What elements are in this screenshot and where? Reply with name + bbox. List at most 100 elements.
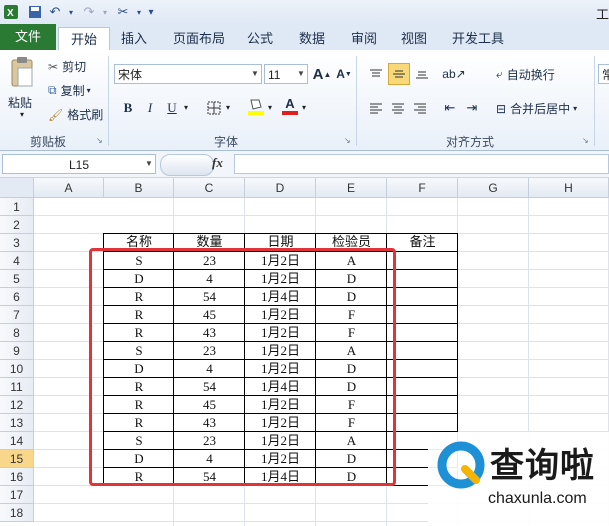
align-top-icon: [370, 69, 382, 77]
align-middle-button[interactable]: [388, 63, 410, 85]
row-header[interactable]: 16: [0, 468, 34, 486]
copy-button[interactable]: ⧉ 复制 ▾: [48, 82, 91, 99]
row-header[interactable]: 1: [0, 198, 34, 216]
row-header[interactable]: 6: [0, 288, 34, 306]
row-header[interactable]: 13: [0, 414, 34, 432]
customize-qat-icon[interactable]: ▾: [142, 3, 160, 21]
paste-button[interactable]: 粘贴: [8, 94, 32, 111]
table-cell[interactable]: [387, 324, 458, 342]
italic-button[interactable]: I: [140, 98, 160, 118]
undo-dropdown-icon[interactable]: ▾: [62, 3, 80, 21]
cut-button[interactable]: ✂ 剪切: [48, 58, 86, 75]
tab-data[interactable]: 数据: [292, 27, 332, 50]
align-right-icon: [414, 103, 426, 114]
table-cell[interactable]: [387, 378, 458, 396]
underline-button[interactable]: U: [162, 98, 182, 118]
tab-page-layout[interactable]: 页面布局: [168, 27, 230, 50]
table-cell[interactable]: [387, 396, 458, 414]
paint-bucket-icon: [248, 99, 264, 115]
search-logo-icon: [436, 440, 486, 490]
tab-view[interactable]: 视图: [396, 27, 432, 50]
font-color-dropdown-icon[interactable]: ▾: [302, 103, 306, 112]
align-left-button[interactable]: [366, 98, 386, 118]
row-header[interactable]: 2: [0, 216, 34, 234]
bold-button[interactable]: B: [118, 98, 138, 118]
increase-indent-icon: ⇥: [466, 100, 478, 115]
column-header-b[interactable]: B: [104, 178, 174, 198]
orientation-button[interactable]: ab↗: [442, 64, 465, 84]
font-name-select[interactable]: 宋体 ▼: [114, 64, 262, 84]
column-header-f[interactable]: F: [387, 178, 458, 198]
table-cell[interactable]: [387, 360, 458, 378]
format-painter-label: 格式刷: [67, 108, 104, 122]
number-format-select[interactable]: 常: [598, 64, 609, 84]
tab-formulas[interactable]: 公式: [242, 27, 278, 50]
borders-button[interactable]: [204, 98, 224, 118]
paste-dropdown-icon[interactable]: ▾: [20, 110, 24, 119]
save-icon[interactable]: [26, 3, 44, 21]
column-header-d[interactable]: D: [245, 178, 316, 198]
clipboard-launcher-icon[interactable]: ↘: [96, 136, 103, 145]
fill-color-button[interactable]: [246, 96, 266, 116]
formula-input[interactable]: [234, 154, 609, 174]
table-cell[interactable]: [387, 342, 458, 360]
column-header-a[interactable]: A: [34, 178, 104, 198]
grow-font-button[interactable]: A ▲: [312, 64, 332, 84]
align-right-button[interactable]: [410, 98, 430, 118]
row-header[interactable]: 7: [0, 306, 34, 324]
number-format-value: 常: [602, 68, 609, 82]
borders-dropdown-icon[interactable]: ▾: [226, 103, 230, 112]
font-size-select[interactable]: 11 ▼: [264, 64, 308, 84]
increase-indent-button[interactable]: ⇥: [462, 98, 482, 118]
fill-color-dropdown-icon[interactable]: ▾: [268, 103, 272, 112]
table-cell[interactable]: [387, 414, 458, 432]
row-header[interactable]: 9: [0, 342, 34, 360]
column-header-g[interactable]: G: [458, 178, 529, 198]
select-all-corner[interactable]: [0, 178, 34, 198]
row-header[interactable]: 4: [0, 252, 34, 270]
shrink-font-button[interactable]: A ▼: [334, 64, 354, 84]
row-header[interactable]: 17: [0, 486, 34, 504]
tab-home[interactable]: 开始: [58, 27, 110, 51]
tab-developer[interactable]: 开发工具: [446, 27, 510, 50]
paste-icon[interactable]: [8, 56, 36, 90]
font-color-button[interactable]: A: [280, 96, 300, 116]
row-header[interactable]: 14: [0, 432, 34, 450]
row-header[interactable]: 5: [0, 270, 34, 288]
format-painter-button[interactable]: 🖌 格式刷: [48, 106, 103, 123]
row-header[interactable]: 3: [0, 234, 34, 252]
redo-dropdown-icon[interactable]: ▾: [96, 3, 114, 21]
decrease-indent-button[interactable]: ⇤: [440, 98, 460, 118]
row-header[interactable]: 15: [0, 450, 34, 468]
table-cell[interactable]: [387, 288, 458, 306]
column-header-e[interactable]: E: [316, 178, 387, 198]
table-cell[interactable]: [387, 306, 458, 324]
underline-dropdown-icon[interactable]: ▾: [184, 103, 188, 112]
row-header[interactable]: 12: [0, 396, 34, 414]
tab-review[interactable]: 审阅: [344, 27, 384, 50]
alignment-launcher-icon[interactable]: ↘: [582, 136, 589, 145]
wrap-text-label: 自动换行: [506, 68, 555, 82]
table-header-cell[interactable]: 备注: [387, 234, 458, 252]
row-header[interactable]: 11: [0, 378, 34, 396]
row-header[interactable]: 8: [0, 324, 34, 342]
tab-file[interactable]: 文件: [0, 24, 56, 50]
align-top-button[interactable]: [366, 64, 386, 84]
ribbon: 粘贴 ▾ ✂ 剪切 ⧉ 复制 ▾ 🖌 格式刷 剪贴板 ↘ 宋体 ▼ 11 ▼ A ▲ A ▼ B…: [0, 50, 609, 151]
column-header-h[interactable]: H: [529, 178, 609, 198]
row-header[interactable]: 18: [0, 504, 34, 522]
align-bottom-button[interactable]: [412, 64, 432, 84]
merge-icon: ⊟: [496, 101, 507, 116]
align-center-button[interactable]: [388, 98, 408, 118]
merge-center-button[interactable]: ⊟ 合并后居中 ▾: [496, 100, 577, 117]
table-cell[interactable]: [387, 252, 458, 270]
tab-insert[interactable]: 插入: [114, 27, 154, 50]
wrap-text-button[interactable]: ⤶ 自动换行: [496, 66, 555, 83]
font-launcher-icon[interactable]: ↘: [344, 136, 351, 145]
row-header[interactable]: 10: [0, 360, 34, 378]
insert-function-button[interactable]: fx: [212, 155, 223, 171]
column-header-c[interactable]: C: [174, 178, 245, 198]
name-box[interactable]: L15 ▼: [2, 154, 156, 174]
table-border: [103, 233, 458, 234]
table-cell[interactable]: [387, 270, 458, 288]
